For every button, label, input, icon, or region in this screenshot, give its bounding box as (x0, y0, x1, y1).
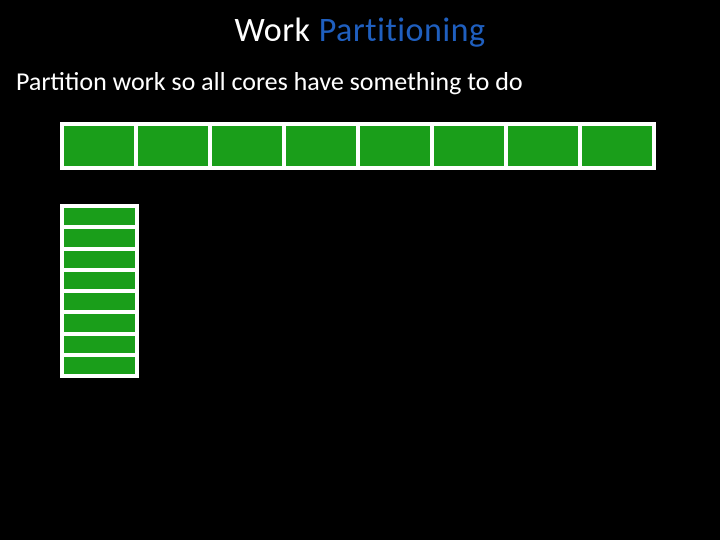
partition-cell (62, 291, 137, 312)
partition-cell (62, 312, 137, 333)
partition-cell (62, 334, 137, 355)
partition-cell (62, 206, 137, 227)
partition-cell (358, 124, 432, 168)
partition-cell (136, 124, 210, 168)
partition-cell (432, 124, 506, 168)
partition-cell (506, 124, 580, 168)
partition-cell (62, 227, 137, 248)
partition-cell (62, 249, 137, 270)
slide-title: Work Partitioning (0, 0, 720, 65)
partition-cell (210, 124, 284, 168)
partition-cell (284, 124, 358, 168)
slide-subtitle: Partition work so all cores have somethi… (0, 65, 720, 121)
partition-cell (580, 124, 654, 168)
title-text-accent: Partitioning (311, 10, 486, 51)
title-text-prefix: Work (234, 10, 310, 51)
partition-cell (62, 270, 137, 291)
partition-cell (62, 355, 137, 376)
vertical-partition-strip (60, 204, 139, 378)
partition-cell (62, 124, 136, 168)
horizontal-partition-strip (60, 122, 656, 170)
